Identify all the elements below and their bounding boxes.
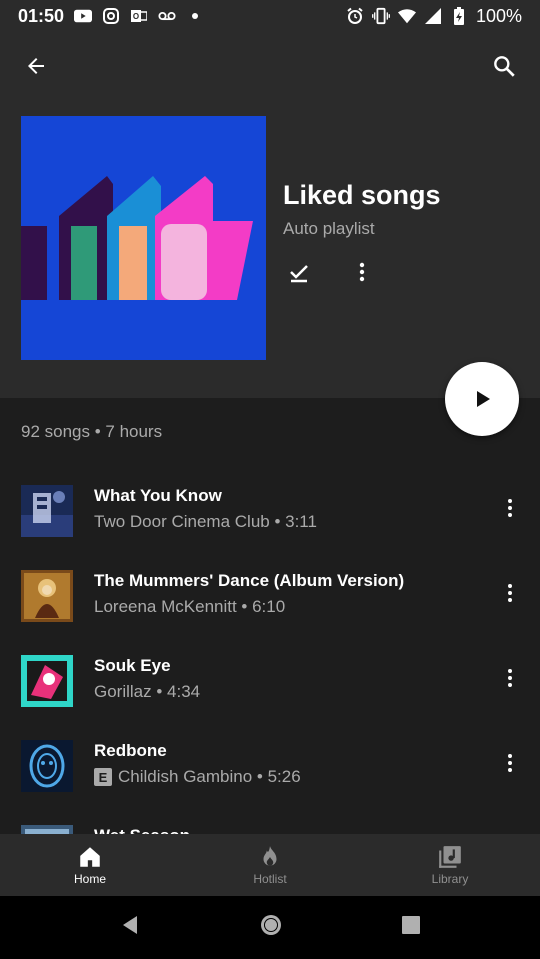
playlist-title: Liked songs bbox=[283, 180, 441, 210]
status-time: 01:50 bbox=[18, 5, 65, 26]
search-icon bbox=[494, 56, 515, 77]
play-button[interactable] bbox=[445, 362, 519, 436]
album-art-thumbnail bbox=[21, 655, 73, 707]
dot-icon bbox=[186, 7, 204, 25]
song-subtitle: Loreena McKennitt • 6:10 bbox=[94, 597, 286, 616]
more-vert-icon bbox=[508, 754, 512, 772]
check-icon bbox=[290, 265, 308, 283]
playlist-subtitle: Auto playlist bbox=[283, 219, 375, 238]
instagram-icon bbox=[102, 7, 120, 25]
nav-library[interactable]: Library bbox=[360, 834, 540, 896]
nav-hotlist[interactable]: Hotlist bbox=[180, 834, 360, 896]
system-navigation-bar bbox=[0, 896, 540, 959]
svg-text:O: O bbox=[133, 12, 139, 21]
album-art-thumbnail bbox=[21, 740, 73, 792]
downloaded-button[interactable] bbox=[283, 256, 315, 288]
alarm-icon bbox=[346, 7, 364, 25]
list-item[interactable]: Wet Season bbox=[0, 806, 540, 834]
song-title: What You Know bbox=[94, 486, 222, 505]
bottom-navigation: Home Hotlist Library bbox=[0, 834, 540, 896]
nav-home[interactable]: Home bbox=[0, 834, 180, 896]
song-more-button[interactable] bbox=[498, 666, 522, 690]
list-item[interactable]: Souk Eye Gorillaz • 4:34 bbox=[0, 636, 540, 721]
song-subtitle: E Childish Gambino • 5:26 bbox=[94, 767, 301, 787]
wifi-icon bbox=[397, 7, 416, 25]
song-title: Souk Eye bbox=[94, 656, 171, 675]
status-bar: 01:50 O 100% bbox=[0, 0, 540, 32]
song-subtitle: Two Door Cinema Club • 3:11 bbox=[94, 512, 317, 531]
song-more-button[interactable] bbox=[498, 581, 522, 605]
playlist-header: Liked songs Auto playlist bbox=[0, 32, 540, 398]
youtube-icon bbox=[74, 7, 93, 25]
voicemail-icon bbox=[158, 7, 176, 25]
song-more-button[interactable] bbox=[498, 751, 522, 775]
system-recents-icon[interactable] bbox=[401, 915, 421, 940]
more-vert-icon bbox=[508, 499, 512, 517]
system-back-icon[interactable] bbox=[119, 914, 141, 941]
nav-home-label: Home bbox=[73, 872, 106, 886]
list-item[interactable]: The Mummers' Dance (Album Version) Loree… bbox=[0, 551, 540, 636]
album-art-thumbnail bbox=[21, 570, 73, 622]
battery-percent: 100% bbox=[475, 5, 522, 26]
library-icon bbox=[439, 846, 461, 868]
song-title: Wet Season bbox=[94, 826, 190, 834]
home-icon bbox=[80, 847, 100, 867]
list-item[interactable]: What You Know Two Door Cinema Club • 3:1… bbox=[0, 466, 540, 551]
song-title: The Mummers' Dance (Album Version) bbox=[94, 571, 405, 590]
outlook-icon: O bbox=[130, 7, 148, 25]
list-item[interactable]: Redbone E Childish Gambino • 5:26 bbox=[0, 721, 540, 806]
song-more-button[interactable] bbox=[498, 496, 522, 520]
back-button[interactable] bbox=[18, 48, 54, 84]
explicit-badge: E bbox=[94, 768, 112, 786]
nav-hotlist-label: Hotlist bbox=[253, 872, 287, 886]
arrow-left-icon bbox=[28, 58, 44, 74]
album-art-thumbnail bbox=[21, 485, 73, 537]
playlist-more-button[interactable] bbox=[346, 256, 378, 288]
more-vert-icon bbox=[359, 262, 365, 282]
playlist-summary: 92 songs • 7 hours bbox=[21, 422, 163, 441]
album-art-thumbnail bbox=[21, 825, 73, 834]
nav-library-label: Library bbox=[431, 872, 469, 886]
playlist-cover-art bbox=[21, 116, 266, 360]
play-icon bbox=[477, 391, 490, 407]
signal-icon bbox=[424, 7, 442, 25]
flame-icon bbox=[263, 846, 277, 866]
more-vert-icon bbox=[508, 669, 512, 687]
vibrate-icon bbox=[371, 7, 390, 25]
song-list: What You Know Two Door Cinema Club • 3:1… bbox=[0, 466, 540, 834]
system-home-icon[interactable] bbox=[259, 913, 283, 942]
more-vert-icon bbox=[508, 584, 512, 602]
song-title: Redbone bbox=[94, 741, 167, 760]
search-button[interactable] bbox=[486, 48, 522, 84]
song-subtitle: Gorillaz • 4:34 bbox=[94, 682, 201, 701]
battery-icon bbox=[450, 7, 468, 25]
